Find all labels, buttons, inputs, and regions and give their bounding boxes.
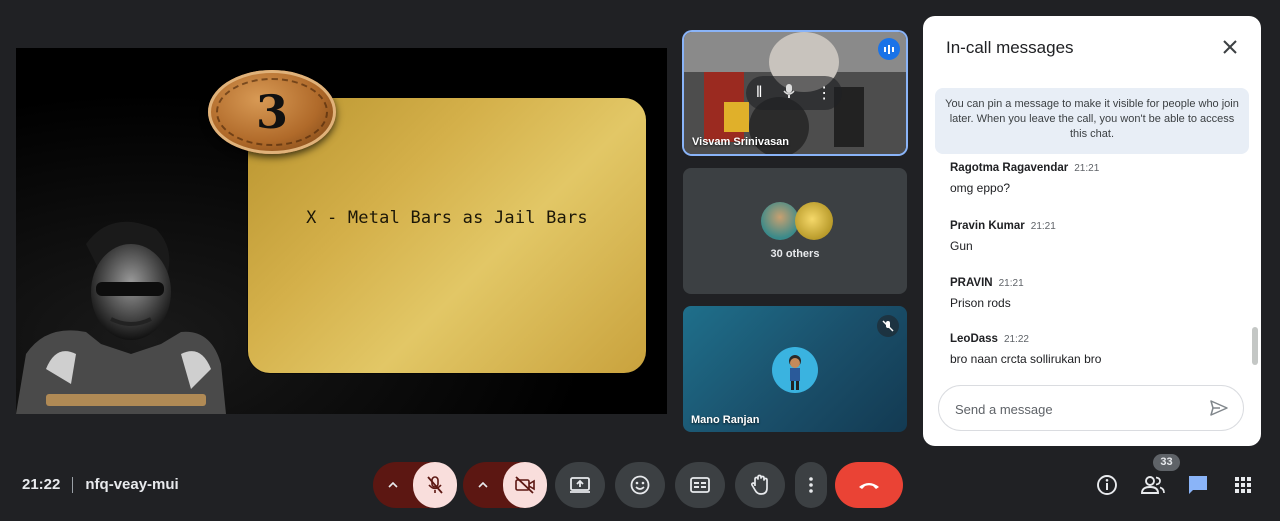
participants-count-badge: 33 — [1153, 454, 1180, 471]
message-text: bro naan crcta sollirukan bro — [950, 352, 1102, 366]
meeting-code: nfq-veay-mui — [85, 476, 179, 493]
person-illustration — [16, 221, 226, 414]
speaker-active-icon — [878, 38, 900, 60]
participant-name: Mano Ranjan — [691, 414, 760, 426]
captions-button[interactable] — [675, 462, 725, 508]
chat-scrollbar[interactable] — [1252, 327, 1258, 365]
reactions-button[interactable] — [615, 462, 665, 508]
pin-info-banner: You can pin a message to make it visible… — [935, 88, 1249, 154]
chat-button[interactable] — [1185, 472, 1211, 498]
mic-control-group — [373, 462, 457, 508]
message-sender: Pravin Kumar — [950, 220, 1025, 232]
list-item: Ragotma Ragavendar 21:21 omg eppo? — [950, 162, 1099, 195]
participant-tile-mano[interactable]: Mano Ranjan — [683, 306, 907, 432]
camera-options-button[interactable] — [463, 462, 503, 508]
meeting-details-button[interactable] — [1094, 472, 1120, 498]
list-item: LeoDass 21:22 bro naan crcta sollirukan b… — [950, 333, 1101, 366]
message-text: Prison rods — [950, 296, 1011, 310]
message-list[interactable]: Ragotma Ragavendar 21:21 omg eppo? Pravin… — [923, 160, 1253, 374]
message-composer — [938, 385, 1244, 432]
badge-number: 3 — [255, 85, 288, 139]
activities-button[interactable] — [1230, 472, 1256, 498]
presentation-view: X - Metal Bars as Jail Bars 3 — [16, 48, 667, 414]
round-badge-logo: 3 — [208, 70, 336, 154]
others-count-label: 30 others — [770, 248, 820, 260]
meeting-info: 21:22 nfq-veay-mui — [22, 476, 179, 493]
camera-toggle-button[interactable] — [503, 462, 547, 508]
avatar — [772, 347, 818, 393]
message-time: 21:21 — [1074, 163, 1100, 174]
list-item: PRAVIN 21:21 Prison rods — [950, 277, 1024, 310]
message-text: Gun — [950, 239, 973, 253]
mic-icon[interactable] — [782, 83, 796, 104]
chat-title: In-call messages — [946, 38, 1074, 57]
message-time: 21:22 — [1003, 334, 1029, 345]
divider — [72, 476, 74, 493]
message-sender: LeoDass — [950, 333, 998, 345]
leave-call-button[interactable] — [835, 462, 903, 508]
apps-icon — [1235, 477, 1251, 493]
message-text: omg eppo? — [950, 181, 1011, 195]
message-time: 21:21 — [1030, 221, 1056, 232]
mic-toggle-button[interactable] — [413, 462, 457, 508]
avatar — [761, 202, 799, 240]
mic-options-button[interactable] — [373, 462, 413, 508]
message-input[interactable] — [953, 386, 1197, 432]
raise-hand-button[interactable] — [735, 462, 785, 508]
camera-control-group — [463, 462, 547, 508]
call-end-icon — [859, 483, 879, 489]
more-vert-icon — [809, 477, 813, 493]
raise-hand-icon — [751, 474, 768, 495]
message-sender: PRAVIN — [950, 277, 993, 289]
people-button[interactable] — [1140, 472, 1166, 498]
send-icon[interactable] — [1209, 398, 1229, 418]
list-item: Pravin Kumar 21:21 Gun — [950, 220, 1056, 253]
present-button[interactable] — [555, 462, 605, 508]
captions-icon — [690, 477, 710, 493]
participant-name: Visvam Srinivasan — [692, 136, 790, 148]
people-icon — [1141, 476, 1165, 494]
present-icon — [570, 477, 590, 493]
mic-off-icon — [877, 315, 899, 337]
avatar — [795, 202, 833, 240]
avatar-stack — [761, 202, 833, 242]
meeting-time: 21:22 — [22, 476, 61, 493]
pin-icon[interactable]: ‖ — [756, 84, 763, 102]
message-sender: Ragotma Ragavendar — [950, 162, 1069, 174]
slide-text: X - Metal Bars as Jail Bars — [306, 208, 588, 228]
message-time: 21:21 — [998, 278, 1024, 289]
mic-off-icon — [427, 476, 443, 494]
camera-off-icon — [515, 476, 535, 494]
participant-tile-others[interactable]: 30 others — [683, 168, 907, 294]
close-icon[interactable] — [1217, 34, 1243, 60]
chat-panel: In-call messages You can pin a message t… — [923, 16, 1261, 446]
emoji-icon — [630, 475, 650, 495]
chat-icon — [1189, 476, 1207, 494]
participant-tile-video[interactable]: ‖ ⋮ Visvam Srinivasan — [684, 32, 906, 154]
info-icon — [1097, 475, 1117, 495]
tile-hover-controls[interactable]: ‖ ⋮ — [746, 76, 842, 110]
more-vert-icon[interactable]: ⋮ — [816, 83, 832, 103]
more-options-button[interactable] — [795, 462, 827, 508]
